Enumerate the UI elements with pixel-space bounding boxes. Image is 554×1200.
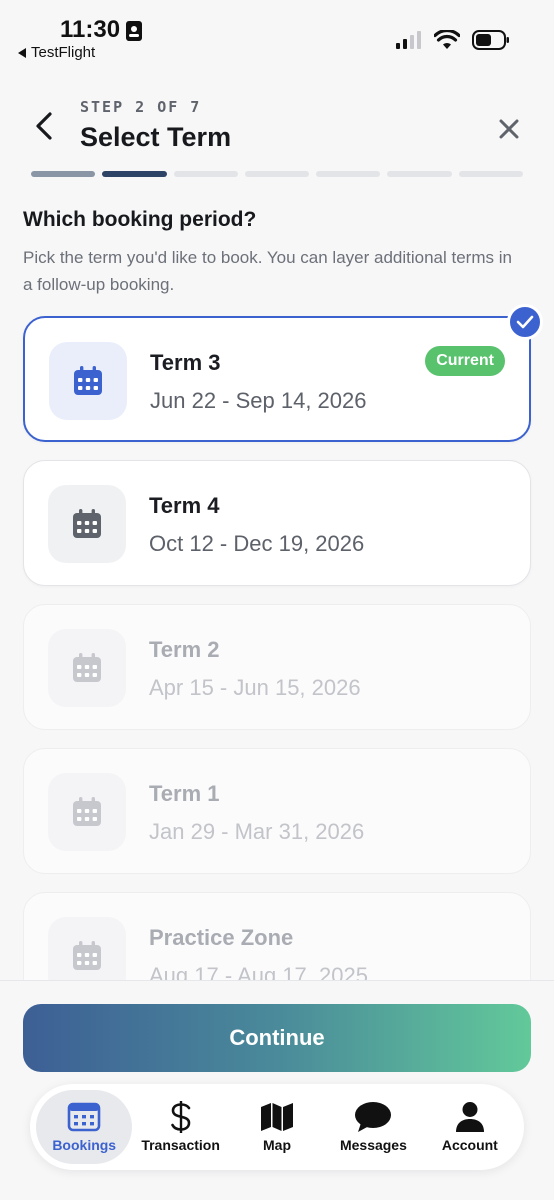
checkmark-icon	[516, 315, 534, 329]
term-dates: Oct 12 - Dec 19, 2026	[149, 531, 365, 556]
progress-segment	[316, 171, 381, 177]
calendar-icon	[73, 941, 101, 970]
back-app-label: TestFlight	[31, 44, 96, 61]
section-heading: Which booking period?	[23, 208, 257, 231]
chat-bubble-icon	[355, 1102, 392, 1132]
tab-label: Transaction	[141, 1137, 220, 1153]
back-triangle-icon	[18, 47, 26, 58]
term-dates: Jun 22 - Sep 14, 2026	[150, 388, 367, 413]
calendar-icon	[74, 366, 102, 395]
term-name: Term 3	[150, 350, 221, 375]
term-card-term-2: Term 2 Apr 15 - Jun 15, 2026	[23, 604, 531, 730]
status-time: 11:30	[60, 16, 121, 43]
term-dates: Apr 15 - Jun 15, 2026	[149, 675, 361, 700]
wifi-icon	[434, 30, 460, 49]
step-progress	[31, 171, 523, 177]
tab-icon-wrap	[67, 1101, 101, 1133]
battery-icon	[472, 30, 509, 50]
term-icon-box	[48, 629, 126, 707]
calendar-icon	[73, 797, 101, 826]
term-icon-box	[49, 342, 127, 420]
term-card-term-3[interactable]: Term 3 Jun 22 - Sep 14, 2026 Current	[23, 304, 543, 442]
page-title: Select Term	[80, 122, 232, 152]
tab-transaction[interactable]: Transaction	[132, 1090, 228, 1164]
tab-label: Account	[441, 1137, 498, 1153]
tab-account[interactable]: Account	[422, 1090, 518, 1164]
term-icon-box	[48, 485, 126, 563]
progress-segment	[102, 171, 167, 177]
id-card-icon	[126, 20, 143, 41]
back-button[interactable]	[30, 110, 58, 142]
calendar-icon	[67, 1102, 101, 1132]
tab-icon-wrap	[260, 1101, 294, 1133]
term-list: Term 3 Jun 22 - Sep 14, 2026 Current Ter…	[23, 304, 543, 1036]
close-icon	[499, 119, 519, 139]
person-icon	[455, 1102, 484, 1132]
section-description: Pick the term you'd like to book. You ca…	[23, 248, 512, 294]
tab-bar: Bookings Transaction Map Messages Accoun…	[30, 1084, 524, 1170]
close-button[interactable]	[498, 118, 520, 140]
term-card-term-4[interactable]: Term 4 Oct 12 - Dec 19, 2026	[23, 460, 531, 586]
continue-button[interactable]: Continue	[23, 1004, 531, 1072]
tab-icon-wrap	[354, 1101, 392, 1133]
tab-messages[interactable]: Messages	[325, 1090, 421, 1164]
tab-label: Messages	[339, 1137, 407, 1153]
term-name: Practice Zone	[149, 925, 294, 950]
term-card-term-1: Term 1 Jan 29 - Mar 31, 2026	[23, 748, 531, 874]
term-name: Term 1	[149, 781, 220, 806]
tab-map[interactable]: Map	[229, 1090, 325, 1164]
chevron-left-icon	[36, 112, 52, 140]
tab-label: Map	[263, 1137, 292, 1153]
calendar-icon	[73, 653, 101, 682]
progress-segment	[244, 171, 310, 177]
term-dates: Jan 29 - Mar 31, 2026	[149, 819, 365, 844]
map-icon	[261, 1103, 294, 1131]
dollar-icon	[170, 1101, 190, 1133]
term-name: Term 4	[149, 493, 220, 518]
calendar-icon	[73, 509, 101, 538]
term-name: Term 2	[149, 637, 220, 662]
page-header: STEP 2 OF 7 Select Term	[0, 90, 554, 160]
tab-bookings[interactable]: Bookings	[36, 1090, 133, 1164]
current-badge: Current	[425, 346, 505, 376]
time-group: 11:30	[60, 16, 143, 44]
tab-icon-wrap	[169, 1101, 193, 1133]
status-indicators	[396, 30, 510, 50]
term-icon-box	[48, 773, 126, 851]
selected-check	[507, 304, 543, 340]
progress-segment	[458, 171, 523, 177]
progress-segment	[31, 171, 96, 177]
tab-label: Bookings	[52, 1137, 117, 1153]
step-indicator: STEP 2 OF 7	[80, 98, 202, 116]
tab-icon-wrap	[455, 1101, 485, 1133]
back-to-app-link[interactable]: TestFlight	[17, 44, 95, 61]
progress-segment	[387, 171, 452, 177]
signal-icon	[396, 31, 421, 49]
progress-segment	[173, 171, 238, 177]
status-bar: 11:30 TestFlight	[0, 0, 554, 70]
